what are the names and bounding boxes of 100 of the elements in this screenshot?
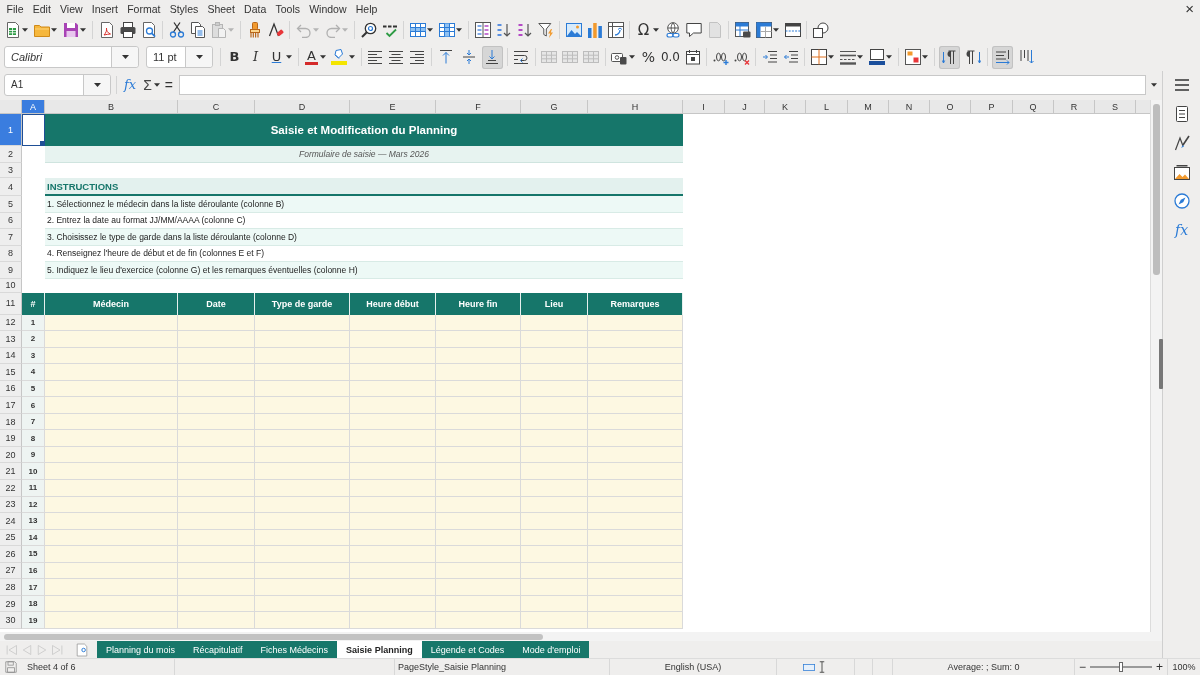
grid-icon[interactable]	[583, 49, 600, 65]
table-cell[interactable]: 13	[22, 513, 45, 530]
eraser-icon[interactable]	[267, 22, 284, 38]
zoom-slider-thumb[interactable]	[1119, 662, 1123, 672]
table-cell[interactable]: 8	[22, 430, 45, 447]
table-cell[interactable]	[178, 430, 255, 447]
table-cell[interactable]	[521, 397, 588, 414]
split-window-icon[interactable]	[784, 22, 801, 38]
menu-item[interactable]: Edit	[28, 1, 56, 16]
bold-button[interactable]: B	[225, 48, 244, 66]
name-box-field[interactable]: A1	[4, 73, 111, 96]
font-name-field[interactable]: Calibri	[4, 46, 139, 68]
page-icon[interactable]	[76, 642, 88, 657]
printer-icon[interactable]	[119, 22, 136, 38]
menu-icon[interactable]	[1173, 77, 1190, 93]
table-cell[interactable]	[178, 331, 255, 348]
special-character-button[interactable]: Ω	[634, 21, 653, 39]
table-cell[interactable]	[436, 430, 521, 447]
column-header[interactable]: Q	[1013, 100, 1054, 114]
caret-icon[interactable]	[773, 28, 779, 32]
table-cell[interactable]	[588, 546, 683, 563]
table-cell[interactable]	[350, 463, 436, 480]
table-cell[interactable]	[45, 463, 178, 480]
table-cell[interactable]	[45, 513, 178, 530]
rectangle-icon[interactable]	[803, 661, 815, 673]
table-cell[interactable]	[521, 331, 588, 348]
caret-icon[interactable]	[427, 28, 433, 32]
border-color-icon[interactable]	[868, 49, 885, 65]
table-cell[interactable]: 6	[22, 397, 45, 414]
row-header[interactable]: 30	[0, 612, 22, 629]
menu-item[interactable]: Tools	[270, 1, 305, 16]
row-header[interactable]: 2	[0, 146, 22, 163]
caret-icon[interactable]	[828, 55, 834, 59]
row-header[interactable]: 13	[0, 331, 22, 348]
funnel-icon[interactable]	[537, 22, 554, 38]
menu-item[interactable]: Insert	[87, 1, 123, 16]
indent-increase-icon[interactable]	[761, 49, 778, 65]
table-cell[interactable]	[350, 430, 436, 447]
menu-item[interactable]: Format	[122, 1, 166, 16]
row-header[interactable]: 28	[0, 579, 22, 596]
table-cell[interactable]	[350, 397, 436, 414]
caret-icon[interactable]	[22, 28, 28, 32]
conditional-format-icon[interactable]	[904, 49, 921, 65]
table-cell[interactable]	[45, 579, 178, 596]
menu-item[interactable]: Help	[351, 1, 382, 16]
compass-icon[interactable]	[1173, 193, 1190, 209]
column-header[interactable]: J	[725, 100, 765, 114]
row-header[interactable]: 24	[0, 513, 22, 530]
menu-item[interactable]: File	[2, 1, 29, 16]
print-preview-icon[interactable]	[140, 22, 157, 38]
spelling-check-icon[interactable]	[381, 22, 398, 38]
menu-item[interactable]: Styles	[165, 1, 203, 16]
column-header[interactable]: H	[588, 100, 683, 114]
table-cell[interactable]	[255, 364, 350, 381]
properties-icon[interactable]	[1173, 106, 1190, 122]
select-all-corner[interactable]	[0, 100, 22, 114]
sort-ascending-icon[interactable]	[495, 22, 512, 38]
table-cell[interactable]	[436, 463, 521, 480]
table-cell[interactable]	[350, 513, 436, 530]
table-cell[interactable]	[436, 546, 521, 563]
function-wizard-button[interactable]: fx	[124, 77, 137, 92]
copy-icon[interactable]	[189, 22, 206, 38]
table-cell[interactable]	[521, 364, 588, 381]
redo-icon[interactable]	[324, 22, 341, 38]
sort-icon[interactable]	[474, 22, 491, 38]
styles-icon[interactable]	[1173, 135, 1190, 151]
shapes-icon[interactable]	[812, 22, 829, 38]
vertical-scrollbar[interactable]	[1150, 100, 1162, 632]
align-center-icon[interactable]	[388, 49, 405, 65]
column-header[interactable]: O	[930, 100, 971, 114]
table-cell[interactable]	[350, 612, 436, 629]
caret-icon[interactable]	[456, 28, 462, 32]
column-header[interactable]: L	[806, 100, 848, 114]
table-cell[interactable]	[521, 513, 588, 530]
caret-icon[interactable]	[286, 55, 292, 59]
caret-icon[interactable]	[886, 55, 892, 59]
table-cell[interactable]	[178, 579, 255, 596]
caret-icon[interactable]	[653, 28, 659, 32]
table-cell[interactable]	[45, 331, 178, 348]
caret-icon[interactable]	[628, 55, 635, 59]
table-cell[interactable]	[588, 579, 683, 596]
table-cell[interactable]: 19	[22, 612, 45, 629]
table-cell[interactable]	[45, 430, 178, 447]
table-cell[interactable]: 4	[22, 364, 45, 381]
table-cell[interactable]	[255, 579, 350, 596]
close-button[interactable]: ×	[1185, 1, 1194, 16]
table-cell[interactable]	[178, 513, 255, 530]
undo-icon[interactable]	[295, 22, 312, 38]
table-cell[interactable]	[436, 612, 521, 629]
column-header[interactable]: S	[1095, 100, 1136, 114]
zoom-in-button[interactable]: +	[1156, 661, 1163, 673]
left-to-right-button[interactable]	[939, 45, 960, 69]
menu-item[interactable]: Window	[304, 1, 352, 16]
horizontal-scrollbar[interactable]	[0, 632, 1162, 641]
column-header[interactable]: K	[765, 100, 806, 114]
table-cell[interactable]	[588, 430, 683, 447]
table-cell[interactable]	[45, 364, 178, 381]
menu-item[interactable]: Sheet	[202, 1, 240, 16]
table-cell[interactable]	[255, 513, 350, 530]
sheet-tab[interactable]: Planning du mois	[97, 641, 185, 658]
